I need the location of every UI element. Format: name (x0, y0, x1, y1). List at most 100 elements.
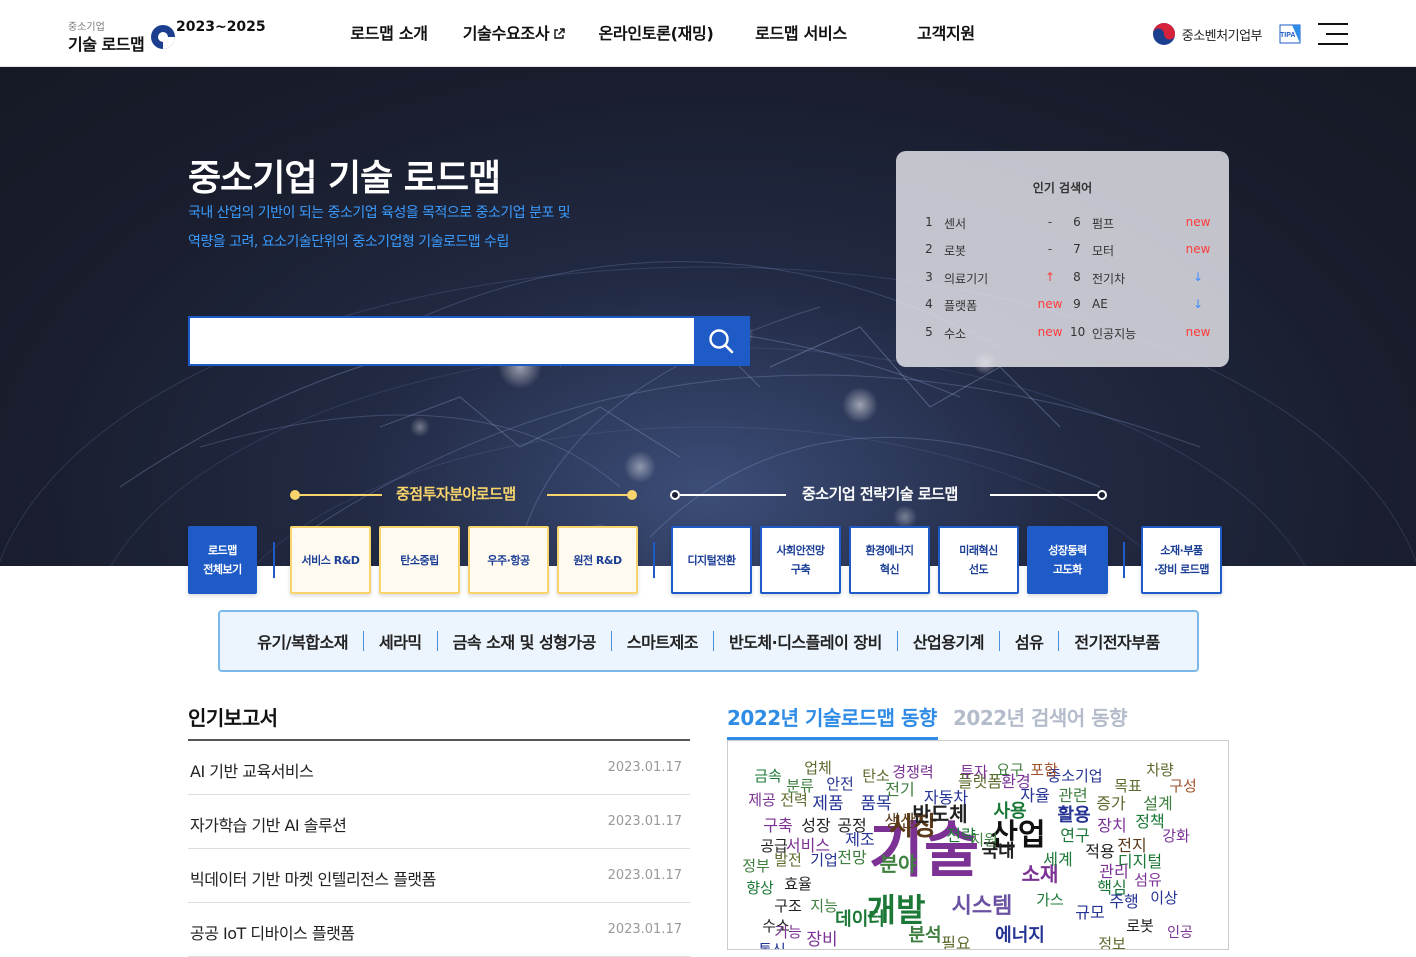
tipa-logo-icon[interactable]: TIPA (1276, 22, 1304, 46)
word-cloud-term[interactable]: 제공 (748, 791, 776, 809)
word-cloud-term[interactable]: 구축 (763, 816, 792, 835)
word-cloud-term[interactable]: 장치 (1097, 816, 1126, 835)
strategy-safety-net-button[interactable]: 사회안전망 구축 (760, 526, 841, 594)
focus-carbon-neutral-button[interactable]: 탄소중립 (379, 526, 460, 594)
popular-keyword-4[interactable]: 4 플랫폼 new (922, 297, 1072, 317)
popular-keyword-6[interactable]: 6 펌프 new (1070, 215, 1220, 235)
nav-online-debate[interactable]: 온라인토론(재밍) (580, 0, 732, 67)
popular-keyword-7[interactable]: 7 모터 new (1070, 242, 1220, 262)
word-cloud-term[interactable]: 분야 (880, 852, 917, 876)
report-item[interactable]: 빅데이터 기반 마켓 인텔리전스 플랫폼 2023.01.17 (188, 849, 690, 903)
nav-tech-survey[interactable]: 기술수요조사 (448, 0, 580, 67)
word-cloud-term[interactable]: 인공 (1167, 925, 1193, 941)
word-cloud-term[interactable]: 기업 (810, 851, 838, 869)
word-cloud-term[interactable]: 정책 (1135, 812, 1164, 831)
word-cloud-term[interactable]: 투자 (960, 763, 988, 781)
word-cloud-term[interactable]: 데이터 (835, 909, 885, 930)
word-cloud-term[interactable]: 활용 (1057, 805, 1090, 826)
strategy-future-button[interactable]: 미래혁신 선도 (938, 526, 1019, 594)
subcat-semiconductor-display[interactable]: 반도체·디스플레이 장비 (714, 629, 897, 653)
strategy-growth-button[interactable]: 성장동력 고도화 (1027, 526, 1108, 594)
word-cloud-term[interactable]: 생산 (884, 812, 916, 832)
strategy-environment-button[interactable]: 환경에너지 혁신 (849, 526, 930, 594)
word-cloud-term[interactable]: 안전 (826, 775, 854, 793)
hamburger-menu-icon[interactable] (1318, 20, 1348, 48)
subcat-textile[interactable]: 섬유 (1000, 629, 1058, 653)
word-cloud-term[interactable]: 발전 (774, 851, 802, 869)
word-cloud-term[interactable]: 제품 (812, 794, 843, 814)
subcat-industrial-machine[interactable]: 산업용기계 (898, 629, 999, 653)
popular-keyword-2[interactable]: 2 로봇 - (922, 242, 1072, 262)
search-input[interactable] (190, 318, 696, 364)
subcat-ceramic[interactable]: 세라믹 (364, 629, 437, 653)
word-cloud-term[interactable]: 자율 (1020, 786, 1049, 805)
word-cloud-term[interactable]: 요구 (996, 761, 1024, 779)
popular-keyword-1[interactable]: 1 센서 - (922, 215, 1072, 235)
word-cloud-term[interactable]: 구조 (774, 897, 802, 915)
word-cloud-term[interactable]: 포함 (1030, 761, 1058, 779)
popular-keyword-5[interactable]: 5 수소 new (922, 325, 1072, 345)
word-cloud-term[interactable]: 증가 (1096, 794, 1126, 813)
word-cloud-term[interactable]: 세계 (1043, 850, 1072, 869)
subcat-organic-composite[interactable]: 유기/복합소재 (242, 629, 363, 653)
search-button[interactable] (694, 318, 748, 364)
word-cloud-term[interactable]: 적용 (1085, 842, 1114, 861)
focus-service-rnd-button[interactable]: 서비스 R&D (290, 526, 371, 594)
report-item[interactable]: 공공 IoT 디바이스 플랫폼 2023.01.17 (188, 903, 690, 957)
word-cloud-term[interactable]: 기능 (774, 923, 802, 941)
nav-roadmap-service[interactable]: 로드맵 서비스 (732, 0, 870, 67)
focus-nuclear-rnd-button[interactable]: 원전 R&D (557, 526, 638, 594)
popular-keyword-8[interactable]: 8 전기차 ↓ (1070, 270, 1220, 290)
word-cloud-term[interactable]: 장비 (806, 930, 837, 950)
word-cloud-term[interactable]: 규모 (1075, 903, 1104, 922)
word-cloud-term[interactable]: 목표 (1114, 777, 1142, 795)
word-cloud-term[interactable]: 관리 (1099, 862, 1128, 881)
popular-keyword-9[interactable]: 9 AE ↓ (1070, 297, 1220, 317)
report-item[interactable]: AI 기반 교육서비스 2023.01.17 (188, 741, 690, 795)
word-cloud-term[interactable]: 강화 (1162, 827, 1190, 845)
word-cloud-term[interactable]: 로봇 (1126, 917, 1154, 935)
tab-search-trend[interactable]: 2022년 검색어 동향 (953, 702, 1128, 731)
word-cloud-term[interactable]: 전망 (837, 848, 867, 867)
word-cloud-term[interactable]: 지원 (970, 831, 998, 849)
word-cloud-term[interactable]: 가스 (1036, 891, 1064, 909)
word-cloud-term[interactable]: 주행 (1109, 892, 1138, 911)
word-cloud-term[interactable]: 성장 (801, 816, 831, 835)
word-cloud-term[interactable]: 필요 (941, 934, 970, 950)
word-cloud-term[interactable]: 통신 (758, 941, 786, 950)
word-cloud-term[interactable]: 효율 (784, 875, 812, 893)
word-cloud-term[interactable]: 이상 (1150, 889, 1178, 907)
word-cloud-term[interactable]: 구성 (1169, 777, 1197, 795)
word-cloud-term[interactable]: 시스템 (952, 894, 1013, 919)
word-cloud-term[interactable]: 경쟁력 (892, 763, 933, 781)
word-cloud-term[interactable]: 전력 (780, 791, 808, 809)
word-cloud-term[interactable]: 공정 (837, 816, 866, 835)
subcat-metal[interactable]: 금속 소재 및 성형가공 (438, 629, 611, 653)
strategy-digital-button[interactable]: 디지털전환 (671, 526, 752, 594)
word-cloud-term[interactable]: 설계 (1143, 794, 1172, 813)
tab-roadmap-trend[interactable]: 2022년 기술로드맵 동향 (727, 702, 937, 731)
popular-keyword-3[interactable]: 3 의료기기 ↑ (922, 270, 1072, 290)
report-item[interactable]: 자가학습 기반 AI 솔루션 2023.01.17 (188, 795, 690, 849)
word-cloud-term[interactable]: 향상 (746, 879, 774, 897)
ministry-logo[interactable]: 중소벤처기업부 (1152, 22, 1263, 46)
word-cloud-term[interactable]: 업체 (804, 759, 832, 777)
word-cloud-term[interactable]: 에너지 (995, 925, 1045, 946)
nav-roadmap-intro[interactable]: 로드맵 소개 (330, 0, 448, 67)
word-cloud-term[interactable]: 전기 (885, 780, 914, 799)
site-logo[interactable]: 중소기업 기술 로드맵 2023~2025 (68, 16, 266, 56)
word-cloud-term[interactable]: 정부 (742, 857, 770, 875)
word-cloud-term[interactable]: 관련 (1058, 786, 1087, 805)
word-cloud-term[interactable]: 자동차 (924, 788, 968, 807)
popular-keyword-10[interactable]: 10 인공지능 new (1070, 325, 1220, 345)
nav-customer-support[interactable]: 고객지원 (870, 0, 1022, 67)
focus-aerospace-button[interactable]: 우주·항공 (468, 526, 549, 594)
roadmap-all-button[interactable]: 로드맵 전체보기 (188, 526, 257, 594)
word-cloud-term[interactable]: 섬유 (1134, 871, 1162, 889)
subcat-electronic-parts[interactable]: 전기전자부품 (1059, 629, 1174, 653)
materials-roadmap-button[interactable]: 소재·부품 ·장비 로드맵 (1141, 526, 1222, 594)
word-cloud-term[interactable]: 지능 (810, 897, 838, 915)
subcat-smart-manufacturing[interactable]: 스마트제조 (612, 629, 713, 653)
word-cloud-term[interactable]: 분석 (908, 925, 941, 946)
word-cloud-term[interactable]: 금속 (754, 767, 782, 785)
